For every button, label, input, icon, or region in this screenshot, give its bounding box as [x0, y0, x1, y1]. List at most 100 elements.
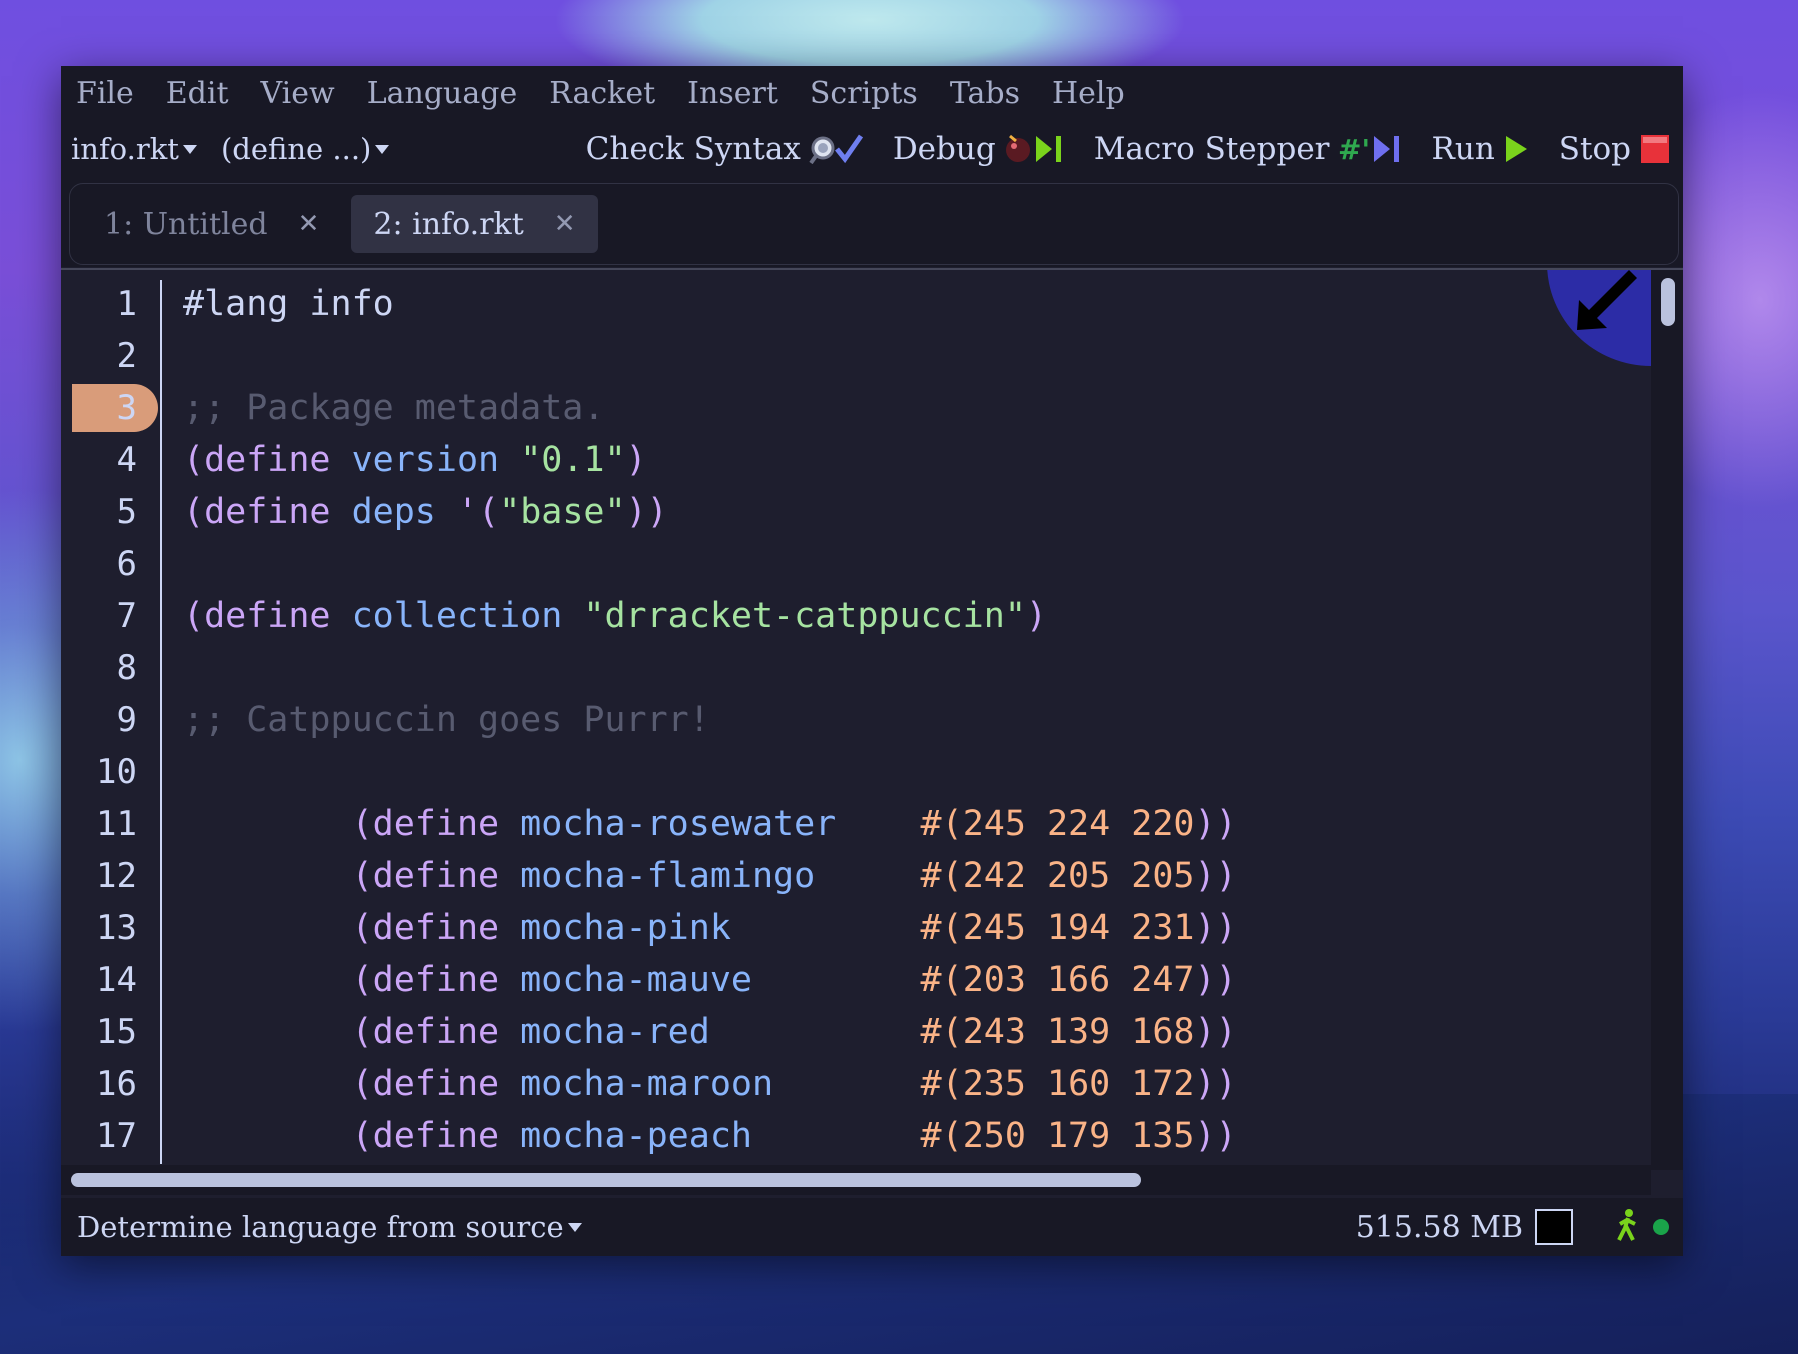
status-bar: Determine language from source 515.58 MB [61, 1198, 1683, 1256]
code-token-comment: ;; Catppuccin goes Purrr! [183, 700, 710, 740]
line-number: 13 [96, 908, 137, 948]
horizontal-scrollbar[interactable] [61, 1165, 1651, 1195]
close-icon[interactable]: ✕ [298, 209, 320, 239]
define-dropdown[interactable]: (define ...) [220, 132, 390, 166]
code-token-paren: )) [1194, 960, 1237, 1000]
code-line[interactable]: ;; Package metadata. [183, 382, 604, 434]
code-line[interactable]: #lang info [183, 278, 394, 330]
code-token-num: #( [920, 1064, 963, 1104]
horizontal-scrollbar-thumb[interactable] [71, 1173, 1141, 1187]
code-line[interactable]: (define mocha-mauve #(203 166 247)) [183, 954, 1237, 1006]
line-number: 16 [96, 1064, 137, 1104]
file-dropdown[interactable]: info.rkt [71, 132, 197, 166]
menu-tabs[interactable]: Tabs [934, 76, 1036, 111]
code-token-id: mocha-flamingo [520, 856, 816, 896]
macro-stepper-button[interactable]: Macro Stepper #' [1094, 131, 1404, 167]
code-line[interactable]: (define mocha-pink #(245 194 231)) [183, 902, 1237, 954]
code-token-str: "0.1" [520, 440, 626, 480]
code-token-paren: ( [183, 596, 205, 636]
language-label: Determine language from source [77, 1210, 564, 1244]
menu-insert[interactable]: Insert [671, 76, 794, 111]
memory-usage[interactable]: 515.58 MB [1356, 1210, 1523, 1245]
code-line[interactable]: (define collection "drracket-catppuccin"… [183, 590, 1047, 642]
line-number: 2 [116, 336, 137, 376]
menu-view[interactable]: View [245, 76, 351, 111]
menu-file[interactable]: File [61, 76, 150, 111]
code-line[interactable]: (define mocha-maroon #(235 160 172)) [183, 1058, 1237, 1110]
code-token-num: 245 224 220 [962, 804, 1195, 844]
code-line[interactable]: (define mocha-flamingo #(242 205 205)) [183, 850, 1237, 902]
check-syntax-label: Check Syntax [585, 131, 801, 167]
code-token-paren: ) [1025, 596, 1047, 636]
tab-info-rkt[interactable]: 2: info.rkt ✕ [351, 195, 598, 253]
code-token-num: 203 166 247 [962, 960, 1195, 1000]
code-token-paren: )) [1194, 1064, 1237, 1104]
code-token-paren: )) [625, 492, 668, 532]
code-editor[interactable]: 1 2 3 4 5 6 7 8 9 10 11 12 13 14 15 16 17 #lang info;; P… [61, 268, 1683, 1200]
code-token-kw: define [372, 856, 500, 896]
arrow-icon [1577, 270, 1637, 330]
check-syntax-button[interactable]: Check Syntax [586, 131, 865, 167]
line-number: 12 [96, 856, 137, 896]
run-button[interactable]: Run [1432, 131, 1531, 167]
define-dropdown-label: (define ...) [220, 132, 372, 166]
code-token-paren: ( [183, 1064, 373, 1104]
status-dot-icon [1653, 1219, 1669, 1235]
code-line[interactable]: (define mocha-rosewater #(245 224 220)) [183, 798, 1237, 850]
drracket-window: File Edit View Language Racket Insert Sc… [61, 66, 1683, 1256]
tab-bar: 1: Untitled ✕ 2: info.rkt ✕ [61, 177, 1683, 267]
line-number: 10 [96, 752, 137, 792]
code-token-num: #( [920, 908, 963, 948]
tab-untitled[interactable]: 1: Untitled ✕ [82, 195, 341, 253]
chevron-down-icon [567, 1222, 582, 1232]
code-token-id: version [351, 440, 500, 480]
line-number-gutter: 1 2 3 4 5 6 7 8 9 10 11 12 13 14 15 16 17 [61, 270, 160, 1170]
vertical-scrollbar-thumb[interactable] [1661, 278, 1675, 326]
code-line[interactable]: (define mocha-peach #(250 179 135)) [183, 1110, 1237, 1162]
code-token-kw: define [372, 1012, 500, 1052]
code-token-num: #( [920, 1012, 963, 1052]
menu-edit[interactable]: Edit [150, 76, 245, 111]
code-token-paren: )) [1194, 908, 1237, 948]
code-token-paren: '( [456, 492, 500, 532]
menu-help[interactable]: Help [1036, 76, 1141, 111]
code-token-num: #( [920, 960, 963, 1000]
debug-bug-icon [1004, 132, 1066, 166]
menu-scripts[interactable]: Scripts [794, 76, 934, 111]
stop-button[interactable]: Stop [1559, 131, 1671, 167]
code-token-text: #lang info [183, 284, 394, 324]
code-token-num: 242 205 205 [962, 856, 1195, 896]
run-label: Run [1431, 131, 1495, 167]
language-selector[interactable]: Determine language from source [77, 1198, 582, 1256]
menu-language[interactable]: Language [351, 76, 534, 111]
code-line[interactable]: (define version "0.1") [183, 434, 647, 486]
run-arrow-icon [1503, 132, 1531, 166]
corner-indicator [1547, 270, 1651, 366]
code-line[interactable]: (define mocha-red #(243 139 168)) [183, 1006, 1237, 1058]
code-line[interactable]: ;; Catppuccin goes Purrr! [183, 694, 710, 746]
code-token-kw: define [372, 1116, 500, 1156]
code-token-paren: ( [183, 1012, 373, 1052]
code-token-paren: )) [1194, 804, 1237, 844]
close-icon[interactable]: ✕ [554, 209, 576, 239]
debug-button[interactable]: Debug [893, 131, 1066, 167]
debug-label: Debug [892, 131, 996, 167]
vertical-scrollbar[interactable] [1651, 270, 1683, 1170]
code-token-paren: )) [1194, 1012, 1237, 1052]
stop-label: Stop [1558, 131, 1631, 167]
code-token-paren: ( [183, 1116, 373, 1156]
gc-indicator [1535, 1209, 1573, 1245]
menu-racket[interactable]: Racket [533, 76, 671, 111]
svg-text:#': #' [1338, 133, 1370, 166]
code-line[interactable]: (define deps '("base")) [183, 486, 668, 538]
tab-label: 2: info.rkt [373, 206, 524, 242]
